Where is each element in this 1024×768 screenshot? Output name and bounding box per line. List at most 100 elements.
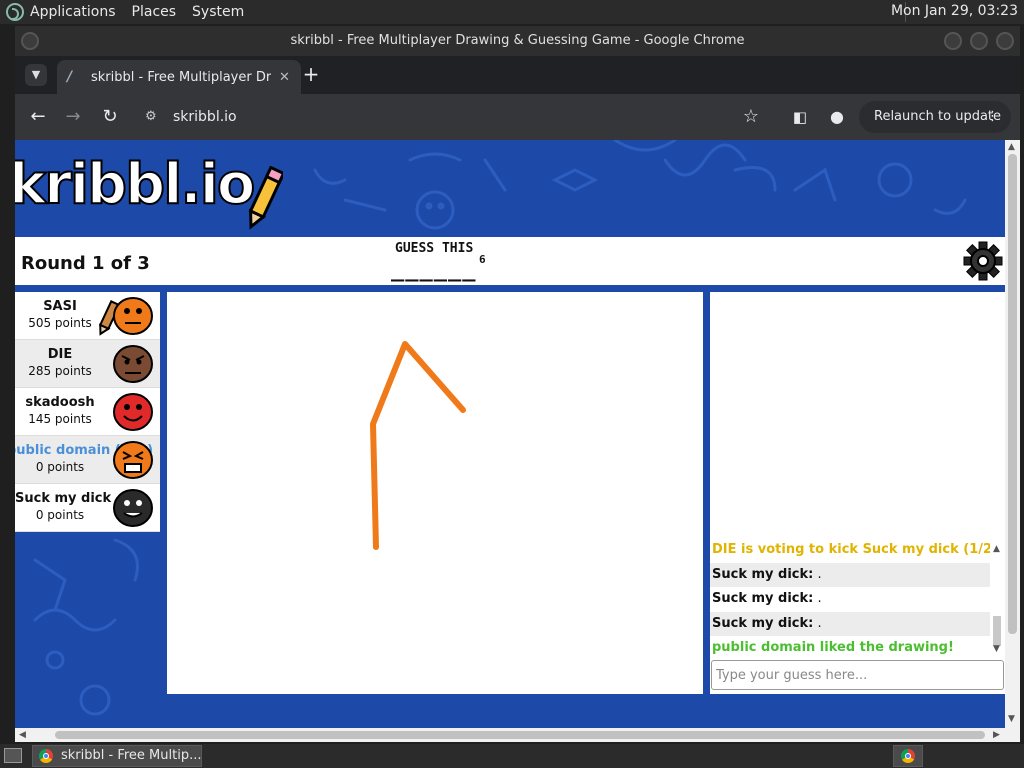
word-hint: ______ (391, 257, 477, 282)
player-row[interactable]: Suck my dick 0 points (15, 484, 160, 532)
menu-system[interactable]: System (192, 4, 244, 20)
chat-log[interactable]: DIE is voting to kick Suck my dick (1/2)… (710, 538, 990, 661)
minimize-button[interactable] (944, 32, 962, 50)
bookmark-star-icon[interactable]: ☆ (740, 106, 762, 128)
relaunch-update-button[interactable]: Relaunch to update ⋮ (859, 101, 1011, 133)
scroll-down-icon[interactable]: ▼ (993, 644, 1000, 654)
side-panel-icon[interactable]: ◧ (789, 106, 811, 128)
tab-title: skribbl - Free Multiplayer Drawing & Gue… (91, 69, 271, 85)
window-menu-button[interactable] (21, 32, 39, 50)
chat-text: public domain liked the drawing! (712, 640, 954, 655)
player-name: DIE (47, 347, 73, 362)
reload-icon[interactable]: ↻ (99, 106, 121, 128)
player-list: SASI 505 points DIE 285 points skadoosh … (15, 292, 160, 532)
window-titlebar[interactable]: skribbl - Free Multiplayer Drawing & Gue… (15, 26, 1020, 56)
site-info-icon[interactable]: ⚙ (145, 101, 157, 133)
chat-message: public domain liked the drawing! (710, 636, 990, 661)
player-points: 0 points (35, 508, 85, 522)
logo-pencil-icon (248, 166, 283, 230)
page-scroll-thumb[interactable] (1008, 154, 1017, 634)
profile-icon[interactable]: ● (826, 106, 848, 128)
chrome-icon (39, 749, 53, 763)
menu-applications[interactable]: Applications (30, 4, 116, 20)
page-viewport: kribbl.io Round 1 of 3 GUESS THIS ______… (15, 140, 1020, 742)
os-top-panel: Applications Places System Mon Jan 29, 0… (0, 0, 1024, 24)
logo-text: kribbl.io (15, 151, 256, 218)
more-menu-icon[interactable]: ⋮ (986, 101, 999, 133)
game-header-bar: Round 1 of 3 GUESS THIS ______ 6 (15, 237, 1005, 285)
tab-skribbl[interactable]: / skribbl - Free Multiplayer Drawing & G… (57, 60, 301, 94)
browser-toolbar: ← → ↻ ⚙ skribbl.io ☆ ◧ ● Relaunch to upd… (15, 94, 1020, 140)
player-avatar (113, 297, 153, 335)
scroll-left-icon[interactable]: ◀ (19, 730, 26, 740)
chat-sender: Suck my dick: (712, 615, 814, 631)
drawing-canvas[interactable] (167, 292, 703, 694)
player-row-self[interactable]: public domain (You) 0 points (15, 436, 160, 484)
chat-text: DIE is voting to kick Suck my dick (1/2) (712, 542, 990, 557)
player-row[interactable]: skadoosh 145 points (15, 388, 160, 436)
drawing-strokes (370, 341, 466, 550)
chat-text: . (813, 566, 822, 582)
back-arrow-icon[interactable]: ← (27, 106, 49, 128)
relaunch-label: Relaunch to update (874, 109, 1002, 124)
chat-scrollbar[interactable]: ▲ ▼ (991, 544, 1003, 654)
page-vertical-scrollbar[interactable]: ▲ ▼ (1005, 140, 1020, 728)
chat-message: Suck my dick: . (710, 587, 990, 612)
player-points: 505 points (28, 316, 92, 330)
guess-this-label: GUESS THIS (395, 241, 474, 256)
chrome-icon (901, 749, 915, 763)
chat-message: Suck my dick: . (710, 611, 990, 636)
show-desktop-icon[interactable] (4, 748, 22, 763)
player-points: 0 points (35, 460, 85, 474)
round-label: Round 1 of 3 (21, 253, 150, 274)
chat-scroll-thumb[interactable] (993, 616, 1001, 646)
page-hscroll-thumb[interactable] (55, 731, 985, 739)
chat-text: . (813, 615, 822, 631)
chat-panel: DIE is voting to kick Suck my dick (1/2)… (710, 292, 1005, 694)
guess-input[interactable] (711, 660, 1004, 690)
chat-sender: Suck my dick: (712, 566, 814, 582)
close-window-button[interactable] (996, 32, 1014, 50)
scroll-down-icon[interactable]: ▼ (1008, 714, 1015, 724)
forward-arrow-icon[interactable]: → (62, 106, 84, 128)
player-row[interactable]: DIE 285 points (15, 340, 160, 388)
maximize-button[interactable] (970, 32, 988, 50)
player-avatar (113, 393, 153, 431)
player-row[interactable]: SASI 505 points (15, 292, 160, 340)
player-points: 285 points (28, 364, 92, 378)
player-name: skadoosh (25, 395, 95, 410)
menu-places[interactable]: Places (132, 4, 177, 20)
clock[interactable]: Mon Jan 29, 03:23 (891, 3, 1018, 19)
tray-chrome-button[interactable] (893, 745, 923, 767)
window-title: skribbl - Free Multiplayer Drawing & Gue… (290, 33, 745, 48)
browser-window: skribbl - Free Multiplayer Drawing & Gue… (15, 26, 1020, 742)
player-name: public domain (You) (15, 443, 154, 458)
new-tab-button[interactable]: + (301, 62, 321, 86)
player-name: SASI (43, 299, 77, 314)
address-bar[interactable]: ⚙ skribbl.io (133, 101, 773, 133)
os-taskbar: skribbl - Free Multip... (0, 744, 1024, 768)
taskbar-chrome-window[interactable]: skribbl - Free Multip... (32, 745, 202, 767)
system-logo-icon[interactable] (6, 3, 24, 21)
scroll-up-icon[interactable]: ▲ (1008, 142, 1015, 152)
settings-gear-icon[interactable] (963, 241, 1003, 281)
word-length: 6 (479, 253, 486, 266)
chat-text: . (813, 591, 822, 606)
taskbar-window-label: skribbl - Free Multip... (61, 748, 202, 763)
tab-search-button[interactable]: ▼ (25, 64, 47, 86)
scroll-up-icon[interactable]: ▲ (993, 544, 1000, 554)
chat-message: Suck my dick: . (710, 562, 990, 587)
player-name: Suck my dick (15, 491, 112, 506)
chat-message: DIE is voting to kick Suck my dick (1/2) (710, 538, 990, 563)
player-avatar (113, 441, 153, 479)
player-points: 145 points (28, 412, 92, 426)
chat-sender: Suck my dick: (712, 591, 814, 606)
tab-close-icon[interactable]: ✕ (279, 70, 290, 85)
page-horizontal-scrollbar[interactable]: ◀ ▶ (15, 728, 1020, 742)
url-text: skribbl.io (173, 109, 237, 125)
skribbl-logo[interactable]: kribbl.io (15, 151, 256, 218)
player-avatar (113, 345, 153, 383)
skribbl-favicon-icon: / (67, 69, 73, 85)
player-avatar (113, 489, 153, 527)
scroll-right-icon[interactable]: ▶ (993, 730, 1000, 740)
